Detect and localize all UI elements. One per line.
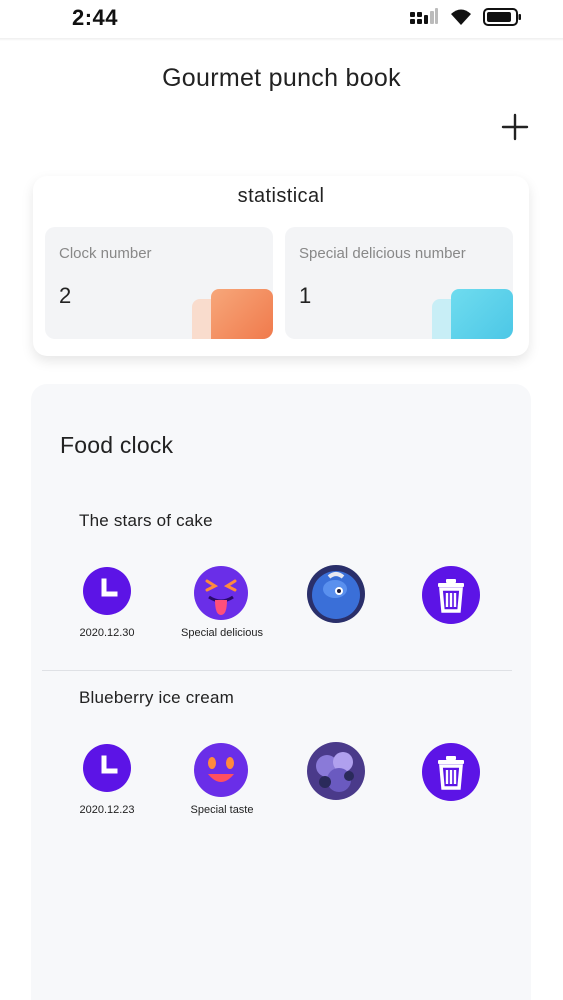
status-time: 2:44 (72, 5, 119, 30)
clock-number-box: Clock number 2 (45, 227, 273, 339)
status-icons (409, 7, 523, 27)
page-title: Gourmet punch book (162, 64, 401, 92)
entry-divider (42, 670, 512, 671)
signal-icon (410, 8, 438, 24)
entry-rating: Special taste (190, 804, 254, 816)
tongue-emoji-icon (194, 566, 248, 620)
clock-number-label: Clock number (59, 245, 152, 262)
clock-icon (83, 567, 131, 615)
statistics-title: statistical (237, 185, 325, 207)
cake-photo-icon (307, 565, 365, 623)
clock-deco-front (211, 289, 273, 339)
ice-cream-photo-icon (307, 742, 365, 800)
food-clock-title: Food clock (60, 432, 174, 458)
special-number-box: Special delicious number 1 (285, 227, 513, 339)
list-item[interactable]: The stars of cake 2020.12.30 Special del… (31, 511, 531, 681)
trash-icon[interactable] (422, 566, 480, 624)
entry-name: Blueberry ice cream (79, 688, 234, 707)
clock-icon (83, 744, 131, 792)
statistics-card: statistical Clock number 2 Special delic… (33, 176, 529, 356)
special-number-value: 1 (299, 283, 312, 308)
entry-rating: Special delicious (181, 627, 263, 639)
special-number-label: Special delicious number (299, 245, 466, 262)
status-divider (0, 38, 563, 41)
food-clock-card: Food clock The stars of cake 2020.12.30 … (31, 384, 531, 1000)
add-button[interactable] (498, 110, 532, 144)
battery-icon (483, 8, 521, 26)
entry-date: 2020.12.23 (79, 804, 135, 816)
status-bar: 2:44 (0, 0, 563, 38)
entry-name: The stars of cake (79, 511, 213, 530)
list-item[interactable]: Blueberry ice cream 2020.12.23 Special t… (31, 688, 531, 858)
entry-date: 2020.12.30 (79, 627, 135, 639)
plus-icon (501, 113, 529, 141)
trash-icon[interactable] (422, 743, 480, 801)
smile-emoji-icon (194, 743, 248, 797)
special-deco-front (451, 289, 513, 339)
clock-number-value: 2 (59, 283, 72, 308)
wifi-icon (451, 9, 471, 25)
